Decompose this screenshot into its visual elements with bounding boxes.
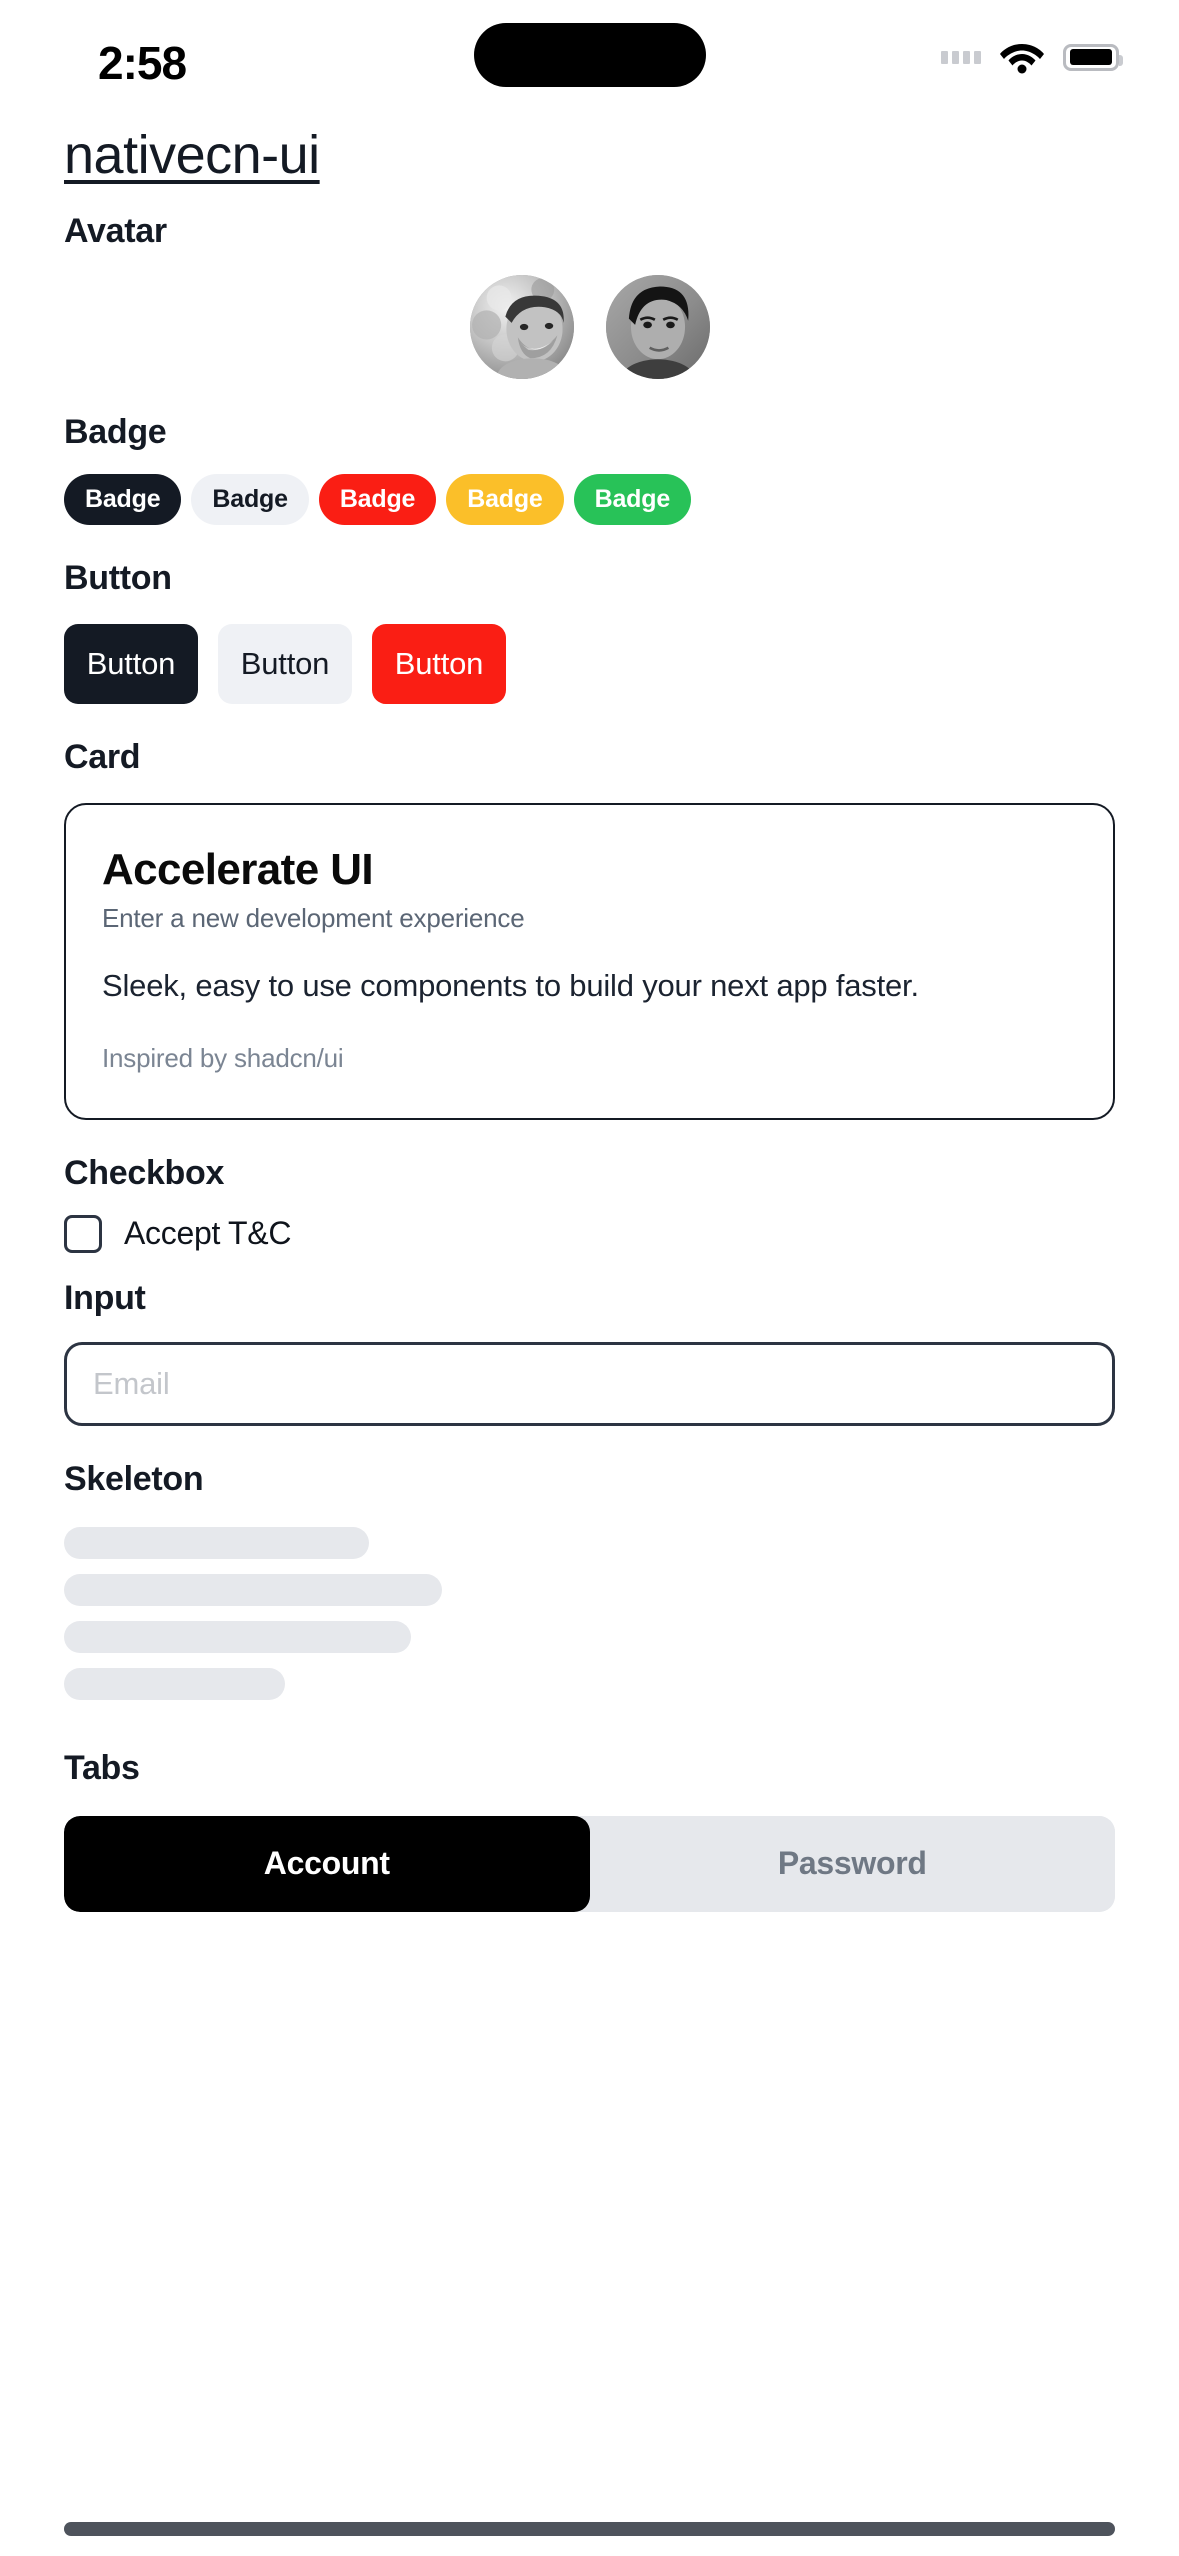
dynamic-island bbox=[473, 23, 706, 87]
skeleton-group bbox=[64, 1526, 1115, 1700]
status-time: 2:58 bbox=[98, 37, 187, 89]
skeleton-bar bbox=[64, 1667, 285, 1700]
checkbox-input[interactable] bbox=[64, 1214, 102, 1253]
badge-destructive[interactable]: Badge bbox=[318, 474, 437, 525]
signal-dots-icon bbox=[941, 50, 981, 64]
section-title-tabs: Tabs bbox=[64, 1748, 140, 1787]
button-group: Button Button Button bbox=[64, 624, 1115, 704]
tab-password[interactable]: Password bbox=[589, 1815, 1115, 1912]
checkbox-row[interactable]: Accept T&C bbox=[64, 1214, 1115, 1253]
button-default[interactable]: Button bbox=[64, 624, 198, 704]
card-footer-text: Inspired by shadcn/ui bbox=[102, 1042, 344, 1073]
battery-fill bbox=[1070, 49, 1112, 65]
section-title-card: Card bbox=[64, 738, 141, 776]
section-title-badge: Badge bbox=[64, 413, 167, 451]
card-subheading: Enter a new development experience bbox=[102, 903, 525, 933]
card: Accelerate UI Enter a new development ex… bbox=[64, 803, 1115, 1120]
badge-secondary[interactable]: Badge bbox=[191, 474, 309, 525]
page-title: nativecn-ui bbox=[64, 125, 320, 185]
wifi-icon bbox=[999, 40, 1045, 74]
section-title-checkbox: Checkbox bbox=[64, 1153, 225, 1192]
status-bar: 2:58 bbox=[0, 0, 1179, 120]
battery-icon bbox=[1063, 43, 1123, 71]
avatar-group bbox=[64, 275, 1115, 379]
email-field[interactable]: Email bbox=[64, 1341, 1115, 1426]
status-indicators bbox=[941, 40, 1123, 74]
button-destructive[interactable]: Button bbox=[372, 624, 506, 704]
badge-default[interactable]: Badge bbox=[64, 474, 182, 525]
badge-warning[interactable]: Badge bbox=[446, 474, 564, 525]
badge-group: Badge Badge Badge Badge Badge bbox=[64, 474, 1115, 525]
section-title-skeleton: Skeleton bbox=[64, 1459, 204, 1498]
checkbox-label: Accept T&C bbox=[124, 1215, 292, 1252]
card-heading: Accelerate UI bbox=[102, 845, 374, 894]
section-title-input: Input bbox=[64, 1278, 146, 1317]
button-secondary[interactable]: Button bbox=[218, 624, 352, 704]
avatar[interactable] bbox=[605, 275, 710, 379]
badge-success[interactable]: Badge bbox=[573, 474, 692, 525]
section-title-avatar: Avatar bbox=[64, 212, 167, 250]
page-content: nativecn-ui Avatar Badge Badge Badge Bad… bbox=[0, 124, 1179, 1912]
card-body-text: Sleek, easy to use components to build y… bbox=[102, 968, 919, 1003]
avatar[interactable] bbox=[469, 275, 574, 379]
email-field-placeholder: Email bbox=[93, 1365, 170, 1401]
section-title-button: Button bbox=[64, 559, 172, 597]
tab-account[interactable]: Account bbox=[64, 1815, 590, 1912]
tabs-list: Account Password bbox=[64, 1815, 1115, 1912]
skeleton-bar bbox=[64, 1526, 369, 1559]
skeleton-bar bbox=[64, 1620, 411, 1653]
skeleton-bar bbox=[64, 1573, 443, 1606]
scroll-indicator[interactable] bbox=[64, 2522, 1115, 2536]
